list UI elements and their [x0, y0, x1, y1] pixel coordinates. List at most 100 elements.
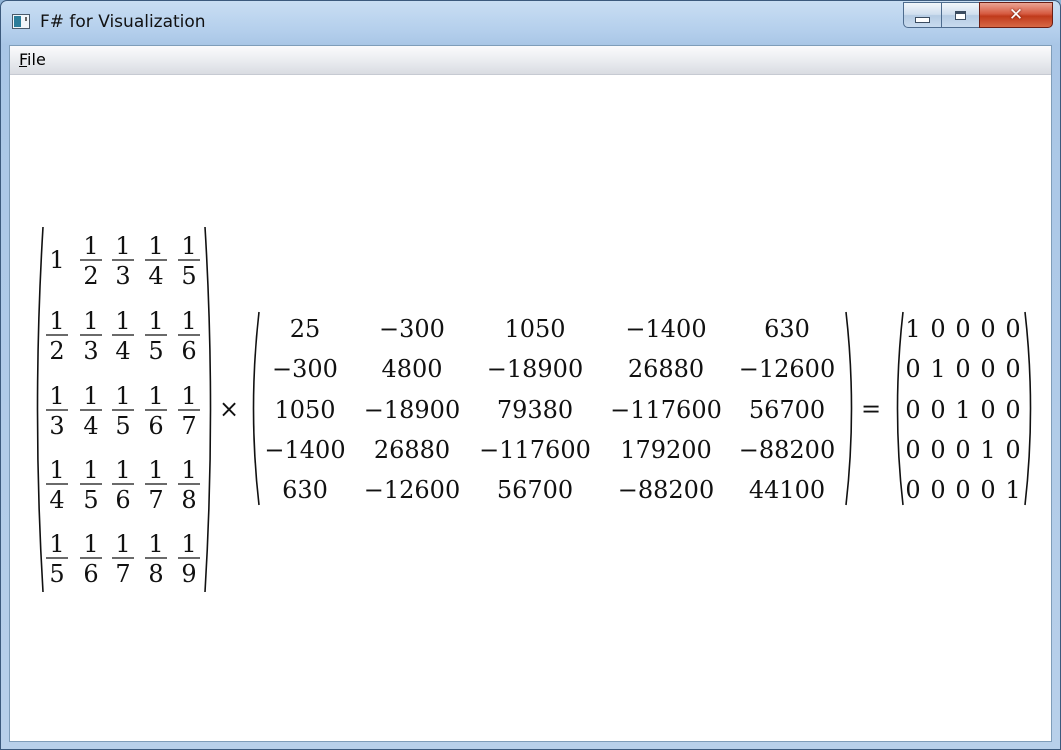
matrix-b-entry: 179200	[620, 436, 712, 464]
matrix-c-entry: 1	[930, 355, 945, 383]
matrix-a-numerator: 1	[49, 307, 64, 335]
matrix-b-entry: 630	[282, 476, 328, 504]
matrix-c-entry: 1	[905, 315, 920, 343]
matrix-a-denominator: 5	[181, 262, 196, 290]
matrix-b-entry: 44100	[749, 476, 825, 504]
matrix-c-entry: 0	[1005, 396, 1020, 424]
matrix-b-right-paren	[845, 311, 853, 506]
matrix-equation: 1 121314151213141516131415161714151617181…	[36, 226, 1032, 593]
matrix-a-left-paren	[36, 226, 44, 593]
matrix-b-entry: −300	[272, 355, 338, 383]
matrix-b-entry: 1050	[274, 396, 335, 424]
matrix-a-denominator: 4	[115, 337, 130, 365]
matrix-a-numerator: 1	[181, 382, 196, 410]
matrix-c-entry: 0	[930, 436, 945, 464]
matrix-c-entry: 1	[980, 436, 995, 464]
app-window-icon[interactable]	[12, 14, 30, 29]
matrix-a-numerator: 1	[83, 530, 98, 558]
matrix-a-denominator: 3	[115, 262, 130, 290]
matrix-c-entry: 0	[930, 315, 945, 343]
minimize-button[interactable]	[903, 2, 942, 28]
matrix-b-entry: −18900	[364, 396, 460, 424]
matrix-a-numerator: 1	[148, 456, 163, 484]
maximize-icon	[955, 10, 966, 20]
window-title: F# for Visualization	[40, 12, 206, 32]
matrix-c-entry: 0	[905, 436, 920, 464]
matrix-b-entry: −18900	[487, 355, 583, 383]
matrix-a-denominator: 6	[115, 486, 130, 514]
matrix-a-numerator: 1	[148, 382, 163, 410]
title-bar[interactable]: F# for Visualization ✕	[1, 1, 1060, 45]
matrix-a-denominator: 8	[148, 560, 163, 588]
matrix-b-entry: 25	[290, 315, 321, 343]
matrix-a-numerator: 1	[83, 307, 98, 335]
matrix-a-numerator: 1	[181, 456, 196, 484]
matrix-a-denominator: 4	[148, 262, 163, 290]
matrix-b-entry: 79380	[497, 396, 573, 424]
matrix-a-numerator: 1	[115, 232, 130, 260]
matrix-c-entry: 0	[1005, 315, 1020, 343]
matrix-a-denominator: 2	[83, 262, 98, 290]
minimize-icon	[915, 17, 930, 23]
matrix-b-entry: −117600	[610, 396, 722, 424]
app-window: F# for Visualization ✕ File 112131415121…	[0, 0, 1061, 750]
matrix-a-denominator: 6	[83, 560, 98, 588]
matrix-b-entry: 56700	[749, 396, 825, 424]
matrix-a-numerator: 1	[83, 232, 98, 260]
matrix-a-numerator: 1	[49, 530, 64, 558]
matrix-b-entry: −1400	[264, 436, 345, 464]
matrix-a-numerator: 1	[49, 382, 64, 410]
matrix-a-denominator: 5	[115, 412, 130, 440]
matrix-a-denominator: 5	[49, 560, 64, 588]
client-area: File 11213141512131415161314151617141516…	[9, 45, 1052, 742]
matrix-a-numerator: 1	[181, 307, 196, 335]
matrix-b-left-paren	[252, 311, 260, 506]
matrix-a-denominator: 2	[49, 337, 64, 365]
close-button[interactable]: ✕	[979, 2, 1053, 28]
matrix-b-entry: −12600	[364, 476, 460, 504]
matrix-b-entry: 56700	[497, 476, 573, 504]
matrix-c-entry: 0	[905, 355, 920, 383]
matrix-c-right-paren	[1024, 311, 1032, 506]
matrix-c-entry: 0	[955, 476, 970, 504]
matrix-a-denominator: 5	[83, 486, 98, 514]
matrix-a-numerator: 1	[83, 382, 98, 410]
matrix-b-entry: 1050	[504, 315, 565, 343]
matrix-b-entry: 4800	[381, 355, 442, 383]
matrix-a-entry: 1	[49, 246, 64, 274]
matrix-a-denominator: 6	[148, 412, 163, 440]
matrix-a-denominator: 3	[83, 337, 98, 365]
matrix-a-numerator: 1	[49, 456, 64, 484]
matrix-b-entry: −88200	[739, 436, 835, 464]
matrix-a-numerator: 1	[115, 456, 130, 484]
matrix-a-numerator: 1	[115, 307, 130, 335]
matrix-a-numerator: 1	[115, 382, 130, 410]
matrix-a-numerator: 1	[148, 530, 163, 558]
matrix-a-numerator: 1	[181, 232, 196, 260]
matrix-c-entry: 0	[980, 315, 995, 343]
matrix-a-right-paren	[204, 226, 212, 593]
matrix-b-entry: 630	[764, 315, 810, 343]
matrix-c-entry: 0	[1005, 355, 1020, 383]
matrix-c-entry: 0	[930, 476, 945, 504]
matrix-c-entry: 0	[1005, 436, 1020, 464]
matrix-c-entry: 0	[955, 315, 970, 343]
matrix-c-entry: 0	[905, 396, 920, 424]
matrix-c-entry: 1	[1005, 476, 1020, 504]
matrix-a-denominator: 7	[181, 412, 196, 440]
matrix-b-entry: −12600	[739, 355, 835, 383]
matrix-c-entry: 0	[930, 396, 945, 424]
matrix-a-numerator: 1	[148, 307, 163, 335]
matrix-a-numerator: 1	[148, 232, 163, 260]
maximize-button[interactable]	[941, 2, 980, 28]
matrix-c-left-paren	[896, 311, 904, 506]
matrix-b-entry: 26880	[374, 436, 450, 464]
matrix-a-numerator: 1	[115, 530, 130, 558]
matrix-a-denominator: 7	[148, 486, 163, 514]
equals-operator: =	[861, 395, 881, 423]
matrix-a-numerator: 1	[83, 456, 98, 484]
matrix-b-entry: −88200	[618, 476, 714, 504]
matrix-a-denominator: 9	[181, 560, 196, 588]
matrix-b-entry: −1400	[625, 315, 706, 343]
caption-buttons: ✕	[903, 2, 1053, 30]
